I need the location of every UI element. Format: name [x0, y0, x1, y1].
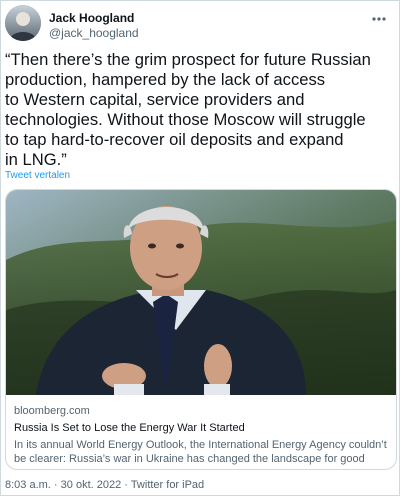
avatar[interactable]: [5, 5, 41, 41]
footer-separator: ·: [124, 479, 128, 491]
tweet-text: “Then there’s the grim prospect for futu…: [5, 50, 371, 169]
author-handle[interactable]: @jack_hoogland: [49, 26, 139, 40]
avatar-image: [5, 5, 41, 41]
link-title[interactable]: Russia Is Set to Lose the Energy War It …: [14, 421, 390, 435]
tweet-card: Jack Hoogland @jack_hoogland “Then there…: [0, 0, 400, 496]
tweet-header: Jack Hoogland @jack_hoogland: [5, 5, 395, 45]
link-preview-image[interactable]: [6, 190, 396, 395]
tweet-footer: 8:03 a.m. · 30 okt. 2022 · Twitter for i…: [5, 479, 204, 491]
link-domain: bloomberg.com: [14, 405, 90, 417]
translate-tweet-link[interactable]: Tweet vertalen: [5, 170, 70, 181]
link-preview-card[interactable]: bloomberg.com Russia Is Set to Lose the …: [5, 189, 397, 470]
tweet-source[interactable]: Twitter for iPad: [131, 479, 204, 491]
link-description: In its annual World Energy Outlook, the …: [14, 439, 387, 465]
tweet-time[interactable]: 8:03 a.m.: [5, 479, 51, 491]
link-preview-meta: bloomberg.com Russia Is Set to Lose the …: [14, 404, 390, 466]
tweet-date[interactable]: 30 okt. 2022: [61, 479, 122, 491]
more-horizontal-icon[interactable]: [369, 9, 389, 29]
footer-separator: ·: [53, 479, 58, 491]
author-name[interactable]: Jack Hoogland: [49, 11, 134, 25]
